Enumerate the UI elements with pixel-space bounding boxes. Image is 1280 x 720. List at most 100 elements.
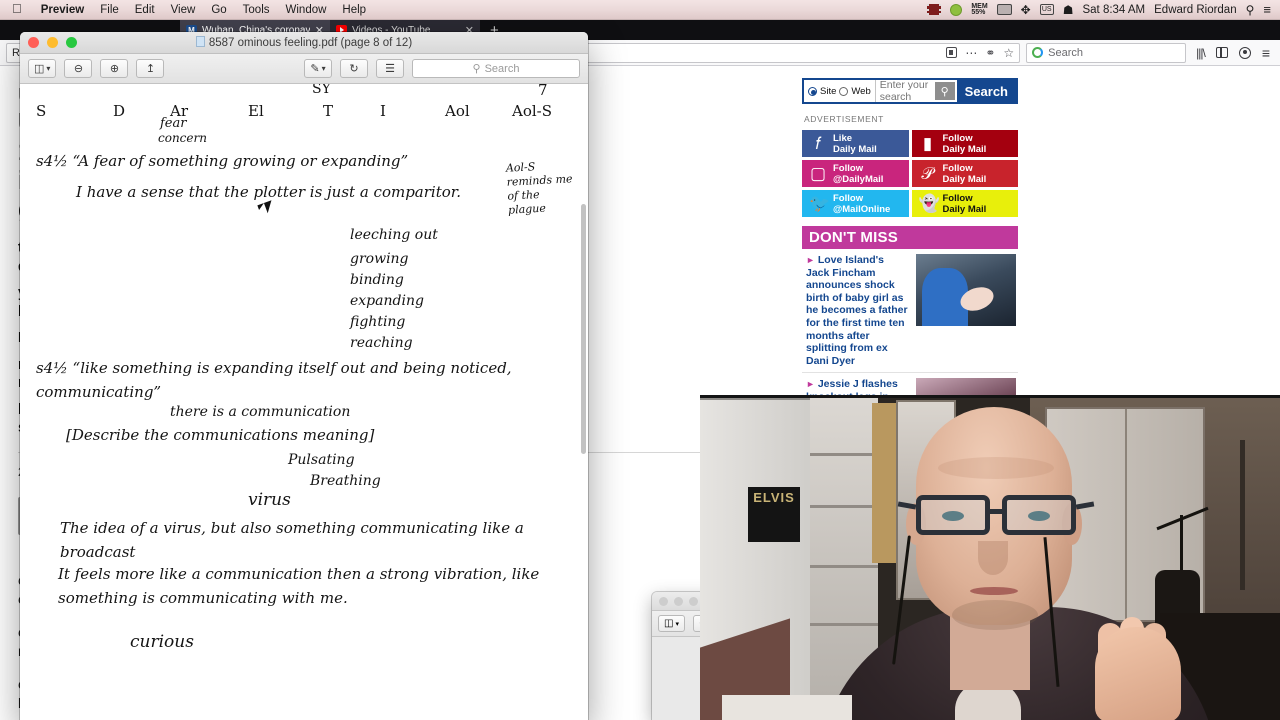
notification-center-icon[interactable]: ≡ (1263, 3, 1271, 16)
preview-search-input[interactable]: ⚲ Search (412, 59, 580, 78)
pocket-icon[interactable]: ⚭ (985, 46, 995, 60)
search-icon[interactable]: ⚲ (934, 82, 955, 100)
thumbnail-image[interactable] (916, 254, 1016, 326)
desk-paper (722, 695, 852, 720)
library-icon[interactable]: |||\ (1196, 46, 1206, 60)
handwriting-line: there is a communication (170, 404, 351, 420)
social-instagram[interactable]: ▢ Follow @DailyMail (802, 160, 909, 187)
macos-menu-bar:  Preview File Edit View Go Tools Window… (0, 0, 1280, 20)
social-line1: Like (833, 132, 853, 144)
handwriting-annotation: fear (160, 116, 187, 131)
markup-pen-icon[interactable]: ✎ ▾ (304, 59, 332, 78)
person-eye-left (942, 511, 964, 521)
menu-item-window[interactable]: Window (278, 4, 335, 16)
menu-bar-user[interactable]: Edward Riordan (1154, 4, 1236, 16)
person-chin (952, 600, 1038, 630)
zoom-button[interactable] (689, 596, 698, 606)
handwriting-word: reaching (350, 335, 413, 351)
preview-window: 8587 ominous feeling.pdf (page 8 of 12) … (20, 32, 588, 720)
menu-item-go[interactable]: Go (203, 4, 234, 16)
menu-item-tools[interactable]: Tools (235, 4, 278, 16)
shield-icon[interactable]: ☗ (1063, 4, 1074, 16)
apple-logo-icon[interactable]:  (0, 2, 33, 15)
minimize-button[interactable] (674, 596, 683, 606)
social-pinterest[interactable]: 𝒫 Follow Daily Mail (911, 160, 1018, 187)
handwriting-keyword: virus (248, 490, 291, 510)
sidebar-icon[interactable] (1215, 47, 1228, 58)
webcam-video-overlay[interactable]: ELVIS (700, 395, 1280, 720)
menu-item-edit[interactable]: Edit (127, 4, 163, 16)
film-icon[interactable] (927, 4, 942, 15)
shelf-board (810, 623, 878, 626)
browser-search-box[interactable]: Search (1026, 42, 1187, 63)
dont-miss-header: DON'T MISS (802, 226, 1018, 249)
toolbox-icon[interactable]: ☰ (376, 59, 404, 78)
list-item[interactable]: ► Love Island's Jack Fincham announces s… (802, 249, 1018, 374)
handwriting-word: Pulsating (288, 452, 355, 468)
input-source-icon[interactable]: US (1039, 4, 1054, 15)
menu-item-help[interactable]: Help (334, 4, 374, 16)
handwriting-line: The idea of a virus, but also something … (60, 519, 524, 561)
page-actions-icon[interactable]: ⋯ (965, 46, 977, 60)
person-eye-right (1028, 511, 1050, 521)
radio-web[interactable] (839, 86, 849, 96)
bluetooth-icon[interactable]: ✥ (1021, 4, 1031, 16)
bookmark-star-icon[interactable]: ☆ (1003, 46, 1014, 60)
sidebar-toggle-button[interactable]: ◫ ▾ (28, 59, 57, 78)
menu-item-view[interactable]: View (163, 4, 204, 16)
site-search-bar[interactable]: Site Web Enter your search ⚲ Search (802, 78, 1018, 104)
memory-monitor[interactable]: MEM 55% (971, 3, 987, 16)
pdf-page-canvas[interactable]: SY 7 S D Ar El T I Aol Aol-S fear concer… (20, 84, 588, 720)
glasses-bridge (990, 509, 1002, 514)
eyeglasses (897, 495, 1095, 539)
radio-site[interactable] (808, 86, 817, 96)
search-scope-radios[interactable]: Site Web (804, 86, 875, 97)
close-button[interactable] (659, 596, 668, 606)
rotate-icon[interactable]: ↻ (340, 59, 368, 78)
social-twitter[interactable]: 🐦 Follow @MailOnline (802, 190, 909, 217)
green-dot-icon[interactable] (950, 3, 963, 16)
pdf-document-icon (195, 36, 205, 47)
handwriting-line: s4½ “A fear of something growing or expa… (36, 152, 409, 170)
preview-toolbar: ◫ ▾ ⊖ ⊕ ↥ ✎ ▾ ↻ ☰ ⚲ Search (20, 54, 588, 84)
flipboard-icon: ▮ (922, 134, 933, 153)
menu-item-preview[interactable]: Preview (33, 4, 92, 16)
social-snapchat[interactable]: 👻 Follow Daily Mail (911, 190, 1018, 217)
handwriting-line: s4½ “like something is expanding itself … (36, 359, 512, 401)
search-placeholder: Search (484, 62, 520, 75)
person-forehead (938, 457, 1054, 479)
person-nose (978, 541, 1008, 575)
sidebar-icon[interactable]: ◫ ▾ (658, 615, 685, 632)
menu-item-file[interactable]: File (92, 4, 127, 16)
share-icon[interactable]: ↥ (136, 59, 165, 78)
address-bar-icons: ⋯ ⚭ ☆ (946, 46, 1014, 60)
display-icon[interactable] (996, 4, 1012, 15)
shelf-board (810, 505, 878, 508)
handwriting-header: T (323, 102, 334, 120)
closet-door-seam (1125, 409, 1127, 620)
preview-window-title: 8587 ominous feeling.pdf (page 8 of 12) (20, 36, 588, 49)
social-line2: @MailOnline (833, 203, 891, 215)
social-flipboard[interactable]: ▮ Follow Daily Mail (911, 130, 1018, 157)
handwriting-mark: 7 (538, 84, 548, 99)
reader-view-icon[interactable] (946, 47, 958, 58)
menu-icon[interactable]: ≡ (1262, 45, 1270, 61)
handwriting-word: Breathing (310, 473, 381, 489)
search-icon[interactable]: ⚲ (1246, 4, 1255, 16)
zoom-in-icon[interactable]: ⊕ (100, 59, 129, 78)
menu-bar-clock[interactable]: Sat 8:34 AM (1082, 4, 1145, 16)
google-icon (1032, 47, 1044, 58)
social-facebook[interactable]: 𝑓 Like Daily Mail (802, 130, 909, 157)
search-input[interactable]: Enter your search (874, 79, 935, 103)
radio-web-label: Web (851, 85, 871, 97)
preview-title-bar[interactable]: 8587 ominous feeling.pdf (page 8 of 12) (20, 32, 588, 54)
handwriting-header: S (36, 102, 47, 120)
zoom-out-icon[interactable]: ⊖ (64, 59, 93, 78)
facebook-icon: 𝑓 (815, 134, 821, 153)
account-icon[interactable] (1238, 46, 1251, 59)
social-line2: Daily Mail (942, 203, 987, 215)
search-button[interactable]: Search (956, 80, 1016, 102)
handwriting-line: [Describe the communications meaning] (66, 426, 375, 444)
scrollbar-thumb[interactable] (581, 204, 586, 454)
handwriting-line: I have a sense that the plotter is just … (76, 183, 462, 201)
